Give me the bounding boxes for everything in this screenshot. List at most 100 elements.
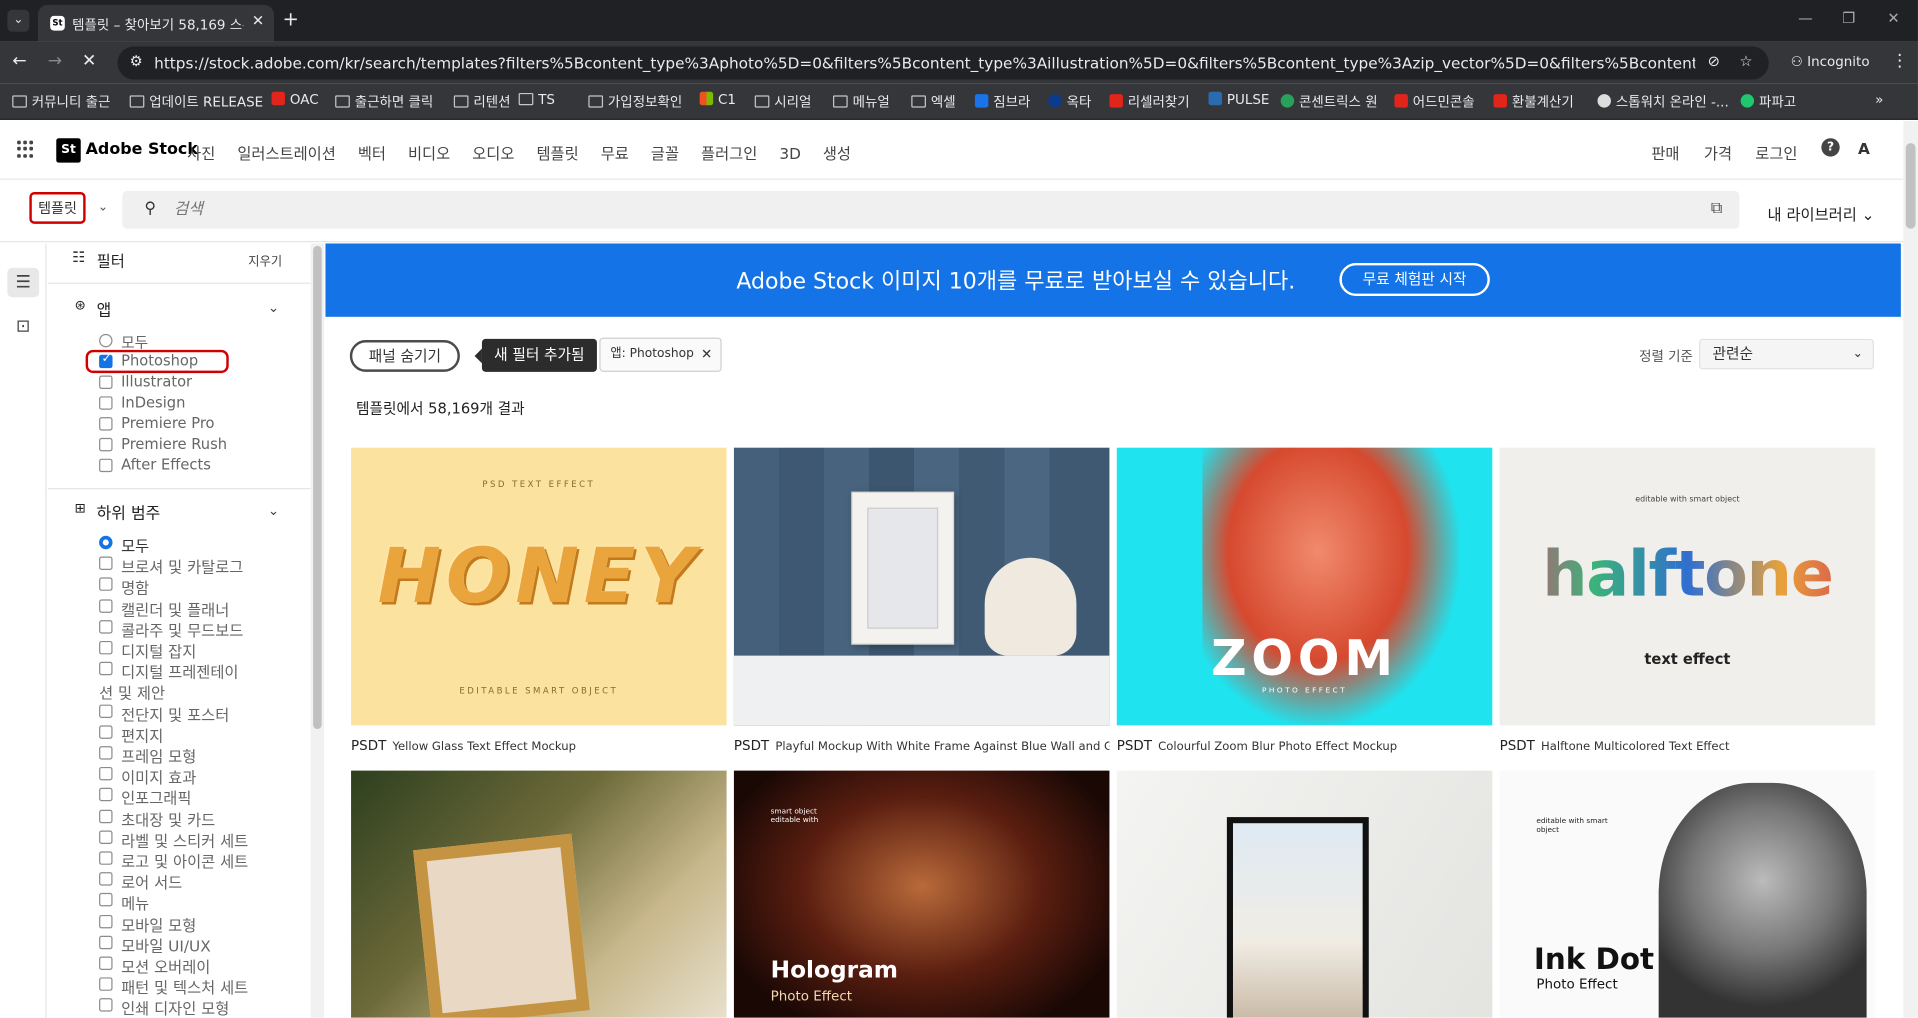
bookmark-item[interactable]: OAC	[271, 91, 319, 108]
checkbox[interactable]	[99, 998, 113, 1013]
bookmark-item[interactable]: 짐브라	[974, 92, 1030, 112]
bookmark-item[interactable]: 어드민콘솔	[1394, 92, 1475, 112]
visual-search-icon[interactable]: ⧉	[1711, 199, 1722, 217]
checkbox[interactable]	[99, 619, 113, 634]
template-card-3[interactable]: ZOOM PHOTO EFFECT	[1116, 447, 1493, 726]
bookmark-item[interactable]: 가입정보확인	[588, 92, 682, 112]
hide-panel-button[interactable]: 패널 숨기기	[349, 340, 460, 372]
checkbox[interactable]	[99, 767, 113, 781]
clear-filters-link[interactable]: 지우기	[248, 251, 282, 269]
checkbox[interactable]	[99, 935, 113, 949]
bookmark-item[interactable]: 출근하면 클릭	[335, 92, 433, 112]
template-card-1[interactable]: PSD TEXT EFFECT HONEY EDITABLE SMART OBJ…	[351, 447, 727, 726]
checkbox[interactable]	[99, 704, 113, 718]
nav-item-7[interactable]: 글꼴	[651, 144, 679, 162]
bookmark-item[interactable]: PULSE	[1208, 91, 1269, 108]
checkbox[interactable]	[99, 661, 113, 676]
card-caption[interactable]: PSDT Halftone Multicolored Text Effect	[1500, 738, 1876, 754]
bookmark-item[interactable]: C1	[699, 91, 736, 108]
app-switcher-icon[interactable]	[17, 140, 34, 158]
checkbox[interactable]	[99, 788, 113, 802]
chevron-down-icon[interactable]: ⌄	[98, 201, 108, 214]
bookmark-item[interactable]: 환불계산기	[1493, 92, 1574, 112]
search-input[interactable]	[173, 196, 1642, 222]
sell-link[interactable]: 판매	[1651, 141, 1679, 164]
my-library-dropdown[interactable]: 내 라이브러리 ⌄	[1768, 202, 1875, 225]
checkbox[interactable]	[99, 872, 113, 886]
checkbox[interactable]	[99, 598, 113, 613]
checkbox[interactable]	[99, 914, 113, 928]
login-link[interactable]: 로그인	[1755, 141, 1797, 164]
checkbox[interactable]	[99, 577, 113, 592]
address-bar[interactable]: ⚙ https://stock.adobe.com/kr/search/temp…	[117, 46, 1769, 80]
brand-name[interactable]: Adobe Stock	[86, 141, 198, 159]
checkbox[interactable]	[99, 893, 113, 907]
chevron-down-icon[interactable]: ⌄	[268, 300, 279, 316]
checkbox[interactable]	[99, 977, 113, 992]
scrollbar-thumb[interactable]	[313, 245, 322, 730]
close-window-icon[interactable]: ✕	[1887, 10, 1899, 27]
radio-button[interactable]	[99, 333, 113, 348]
bookmark-item[interactable]: 시리얼	[754, 92, 811, 112]
checkbox[interactable]	[99, 437, 113, 452]
back-icon[interactable]: ←	[12, 51, 26, 71]
restore-icon[interactable]: ❐	[1842, 10, 1855, 27]
filter-toggle-icon[interactable]: ☰	[7, 267, 40, 298]
bookmark-item[interactable]: 옥타	[1048, 92, 1091, 112]
checkbox[interactable]	[99, 375, 113, 389]
nav-item-5[interactable]: 템플릿	[536, 144, 578, 162]
nav-item-4[interactable]: 오디오	[472, 144, 514, 162]
tab-search-button[interactable]: ⌄	[7, 9, 30, 32]
checkbox[interactable]	[99, 417, 113, 431]
scrollbar-thumb[interactable]	[1905, 143, 1916, 229]
template-card-5[interactable]	[351, 770, 727, 1018]
bookmark-item[interactable]: TS	[518, 92, 555, 108]
filter-chip-photoshop[interactable]: 앱: Photoshop ✕	[599, 337, 723, 372]
template-card-8[interactable]: editable with smart object Ink Dot Photo…	[1499, 770, 1876, 1018]
page-scrollbar[interactable]	[1903, 121, 1918, 1018]
pricing-link[interactable]: 가격	[1704, 141, 1732, 164]
nav-item-3[interactable]: 비디오	[408, 144, 450, 162]
bookmark-item[interactable]: 엑셀	[911, 92, 956, 112]
template-card-7[interactable]	[1116, 770, 1493, 1018]
filter-panel-scrollbar[interactable]	[310, 243, 325, 1018]
new-tab-icon[interactable]: +	[283, 7, 299, 30]
checkbox[interactable]	[99, 458, 113, 473]
card-caption[interactable]: PSDT Playful Mockup With White Frame Aga…	[734, 738, 1110, 754]
forward-icon[interactable]: →	[48, 51, 62, 71]
nav-item-1[interactable]: 일러스트레이션	[237, 144, 335, 162]
card-caption[interactable]: PSDT Yellow Glass Text Effect Mockup	[351, 738, 727, 754]
checkbox[interactable]	[99, 396, 113, 410]
radio-button[interactable]	[99, 535, 113, 550]
checkbox[interactable]	[99, 725, 113, 739]
bookmark-item[interactable]: 파파고	[1740, 92, 1796, 112]
bookmark-item[interactable]: 커뮤니티 출근	[12, 92, 110, 112]
adobe-logo-icon[interactable]: A	[1858, 139, 1870, 157]
browser-menu-icon[interactable]: ⋮	[1891, 51, 1908, 71]
checkbox[interactable]	[99, 640, 113, 655]
nav-item-9[interactable]: 3D	[779, 144, 801, 162]
chevron-down-icon[interactable]: ⌄	[268, 503, 279, 519]
card-caption[interactable]: PSDT Colourful Zoom Blur Photo Effect Mo…	[1117, 738, 1493, 754]
bookmark-item[interactable]: 업데이트 RELEASE	[129, 92, 263, 112]
sort-select[interactable]: 관련순 ⌄	[1699, 338, 1874, 370]
nav-item-2[interactable]: 벡터	[358, 144, 386, 162]
template-card-6[interactable]: smart object editable with Hologram Phot…	[733, 770, 1110, 1018]
eye-off-icon[interactable]: ⊘	[1708, 53, 1720, 70]
stop-icon[interactable]: ✕	[82, 51, 96, 71]
template-card-2[interactable]	[733, 447, 1110, 726]
site-info-icon[interactable]: ⚙	[130, 53, 143, 70]
start-trial-button[interactable]: 무료 체험판 시작	[1339, 262, 1490, 297]
more-bookmarks-icon[interactable]: »	[1875, 92, 1883, 108]
nav-item-6[interactable]: 무료	[601, 144, 629, 162]
checkbox[interactable]	[99, 830, 113, 844]
incognito-badge[interactable]: ⚇ Incognito	[1781, 50, 1879, 74]
minimize-icon[interactable]: —	[1798, 10, 1813, 27]
checkbox[interactable]	[99, 851, 113, 865]
remove-chip-icon[interactable]: ✕	[701, 339, 712, 371]
checkbox[interactable]	[99, 809, 113, 823]
checkbox[interactable]	[99, 746, 113, 760]
nav-item-0[interactable]: 사진	[187, 144, 215, 162]
checkbox[interactable]	[99, 556, 113, 571]
bookmark-item[interactable]: 스톱워치 온라인 -...	[1597, 92, 1729, 112]
